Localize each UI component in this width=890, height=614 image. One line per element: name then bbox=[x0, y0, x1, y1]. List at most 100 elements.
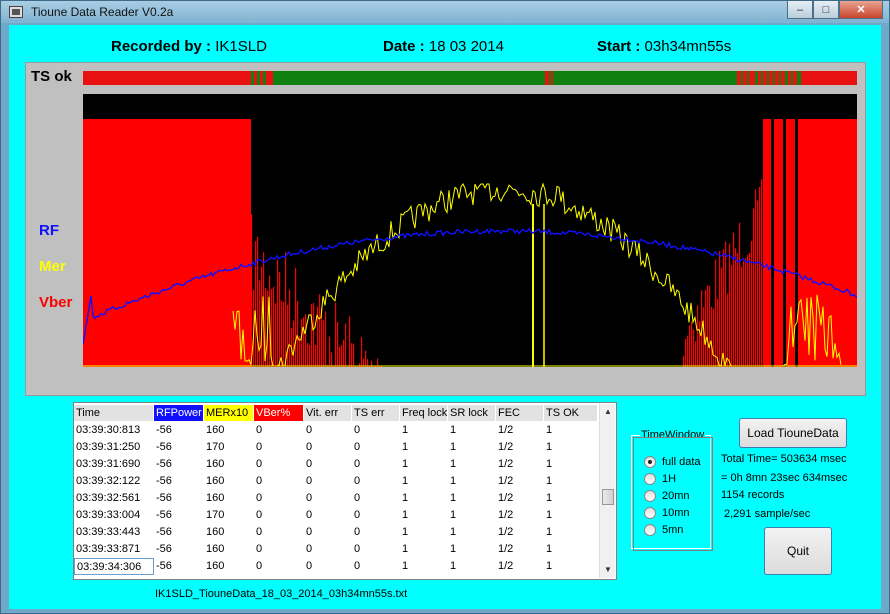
ts-ok-bar bbox=[83, 71, 857, 85]
table-cell: -56 bbox=[156, 526, 172, 538]
table-cell: 160 bbox=[206, 475, 225, 487]
vber-burst bbox=[741, 266, 743, 367]
table-row[interactable]: 03:39:32:122 -56 160 0 0 0 1 1 1/2 1 bbox=[74, 473, 598, 490]
table-cell: 03:39:34:306 bbox=[74, 558, 154, 575]
column-header[interactable]: Freq lock bbox=[400, 405, 448, 421]
table-cell: 160 bbox=[206, 424, 225, 436]
table-cell: 0 bbox=[306, 475, 313, 487]
vber-burst bbox=[281, 300, 283, 367]
table-row[interactable]: 03:39:32:561 -56 160 0 0 0 1 1 1/2 1 bbox=[74, 490, 598, 507]
table-cell: 0 bbox=[354, 458, 361, 470]
table-cell: 0 bbox=[256, 475, 263, 487]
vber-burst bbox=[733, 232, 735, 367]
vber-burst bbox=[345, 323, 347, 367]
table-row[interactable]: 03:39:33:871 -56 160 0 0 0 1 1 1/2 1 bbox=[74, 541, 598, 558]
close-button[interactable]: ✕ bbox=[839, 1, 883, 19]
vber-burst bbox=[745, 258, 747, 367]
vber-burst bbox=[709, 285, 711, 367]
recorded-by: Recorded by : IK1SLD bbox=[111, 38, 267, 55]
radio-icon[interactable] bbox=[644, 490, 656, 502]
column-header[interactable]: VBer% bbox=[254, 405, 304, 421]
table-row[interactable]: 03:39:34:306 -56 160 0 0 0 1 1 1/2 1 bbox=[74, 558, 598, 575]
vber-burst bbox=[319, 294, 321, 367]
table-cell: 1 bbox=[450, 560, 457, 572]
table-cell: 1 bbox=[402, 424, 409, 436]
quit-button[interactable]: Quit bbox=[764, 527, 832, 575]
table-row[interactable]: 03:39:33:443 -56 160 0 0 0 1 1 1/2 1 bbox=[74, 524, 598, 541]
table-scrollbar[interactable]: ▲ ▼ bbox=[599, 404, 615, 578]
table-body: 03:39:30:813 -56 160 0 0 0 1 1 1/2 1 03:39:31:250 -… bbox=[74, 422, 598, 575]
scroll-up-icon[interactable]: ▲ bbox=[600, 404, 616, 420]
table-row[interactable]: 03:39:33:004 -56 170 0 0 0 1 1 1/2 1 bbox=[74, 507, 598, 524]
vber-burst bbox=[353, 343, 355, 367]
vber-burst bbox=[283, 301, 285, 367]
vber-burst bbox=[251, 214, 253, 367]
column-header[interactable]: FEC bbox=[496, 405, 544, 421]
column-header[interactable]: Time bbox=[74, 405, 154, 421]
ts-ok-segment bbox=[761, 71, 763, 85]
table-cell: -56 bbox=[156, 509, 172, 521]
scroll-thumb[interactable] bbox=[602, 489, 614, 505]
vber-burst bbox=[719, 251, 721, 367]
vber-burst bbox=[343, 339, 345, 367]
ts-ok-segment bbox=[773, 71, 775, 85]
table-cell: -56 bbox=[156, 560, 172, 572]
table-row[interactable]: 03:39:31:250 -56 170 0 0 0 1 1 1/2 1 bbox=[74, 439, 598, 456]
table-cell: 160 bbox=[206, 492, 225, 504]
table-cell: -56 bbox=[156, 543, 172, 555]
vber-burst bbox=[299, 335, 301, 367]
column-header[interactable]: Vit. err bbox=[304, 405, 352, 421]
table-row[interactable]: 03:39:31:690 -56 160 0 0 0 1 1 1/2 1 bbox=[74, 456, 598, 473]
time-window-option[interactable]: full data bbox=[644, 456, 701, 468]
title-bar[interactable]: Tioune Data Reader V0.2a – □ ✕ bbox=[1, 1, 889, 23]
record-date: Date : 18 03 2014 bbox=[383, 38, 504, 55]
radio-icon[interactable] bbox=[644, 524, 656, 536]
table-cell: 1 bbox=[450, 492, 457, 504]
table-cell: 1 bbox=[546, 424, 553, 436]
column-header[interactable]: MERx10 bbox=[204, 405, 254, 421]
time-window-option-label: 20mn bbox=[662, 490, 690, 502]
vber-burst bbox=[351, 343, 353, 367]
scroll-down-icon[interactable]: ▼ bbox=[600, 562, 616, 578]
vber-burst bbox=[279, 271, 281, 367]
column-header[interactable]: TS OK bbox=[544, 405, 598, 421]
table-header: Time RFPower MERx10 VBer% Vit. err TS err Freq… bbox=[74, 405, 598, 421]
time-window-option[interactable]: 20mn bbox=[644, 490, 690, 502]
vber-burst bbox=[755, 189, 757, 367]
table-cell: 1 bbox=[402, 543, 409, 555]
time-window-option[interactable]: 1H bbox=[644, 473, 676, 485]
time-window-group: TimeWindow full data 1H 20mn 10mn 5mn bbox=[631, 429, 713, 551]
radio-icon[interactable] bbox=[644, 507, 656, 519]
mer-label: Mer bbox=[39, 258, 66, 275]
time-window-option[interactable]: 10mn bbox=[644, 507, 690, 519]
signal-plot-svg bbox=[83, 114, 857, 367]
table-cell: 03:39:33:443 bbox=[76, 526, 141, 538]
start-label: Start : bbox=[597, 38, 641, 55]
table-cell: -56 bbox=[156, 475, 172, 487]
maximize-button[interactable]: □ bbox=[813, 1, 839, 19]
table-cell: 1 bbox=[450, 543, 457, 555]
column-header[interactable]: TS err bbox=[352, 405, 400, 421]
table-cell: 1 bbox=[402, 526, 409, 538]
time-window-option-label: 10mn bbox=[662, 507, 690, 519]
column-header[interactable]: RFPower bbox=[154, 405, 204, 421]
table-cell: 1/2 bbox=[498, 509, 514, 521]
time-window-option[interactable]: 5mn bbox=[644, 524, 683, 536]
recorded-by-value: IK1SLD bbox=[215, 38, 267, 55]
radio-icon[interactable] bbox=[644, 473, 656, 485]
window-title: Tioune Data Reader V0.2a bbox=[31, 5, 174, 19]
vber-burst bbox=[711, 306, 713, 367]
data-table[interactable]: Time RFPower MERx10 VBer% Vit. err TS err Freq… bbox=[73, 402, 617, 580]
minimize-button[interactable]: – bbox=[787, 1, 813, 19]
radio-icon[interactable] bbox=[644, 456, 656, 468]
load-tiounedata-button[interactable]: Load TiouneData bbox=[739, 418, 847, 448]
ts-ok-segment bbox=[785, 71, 788, 85]
vber-burst bbox=[275, 303, 277, 367]
table-cell: 1 bbox=[450, 441, 457, 453]
graph-panel: TS ok RF Mer Vber bbox=[25, 62, 866, 396]
column-header[interactable]: SR lock bbox=[448, 405, 496, 421]
table-row[interactable]: 03:39:30:813 -56 160 0 0 0 1 1 1/2 1 bbox=[74, 422, 598, 439]
table-cell: 0 bbox=[256, 560, 263, 572]
vber-burst bbox=[731, 265, 733, 367]
vber-burst bbox=[323, 320, 325, 367]
